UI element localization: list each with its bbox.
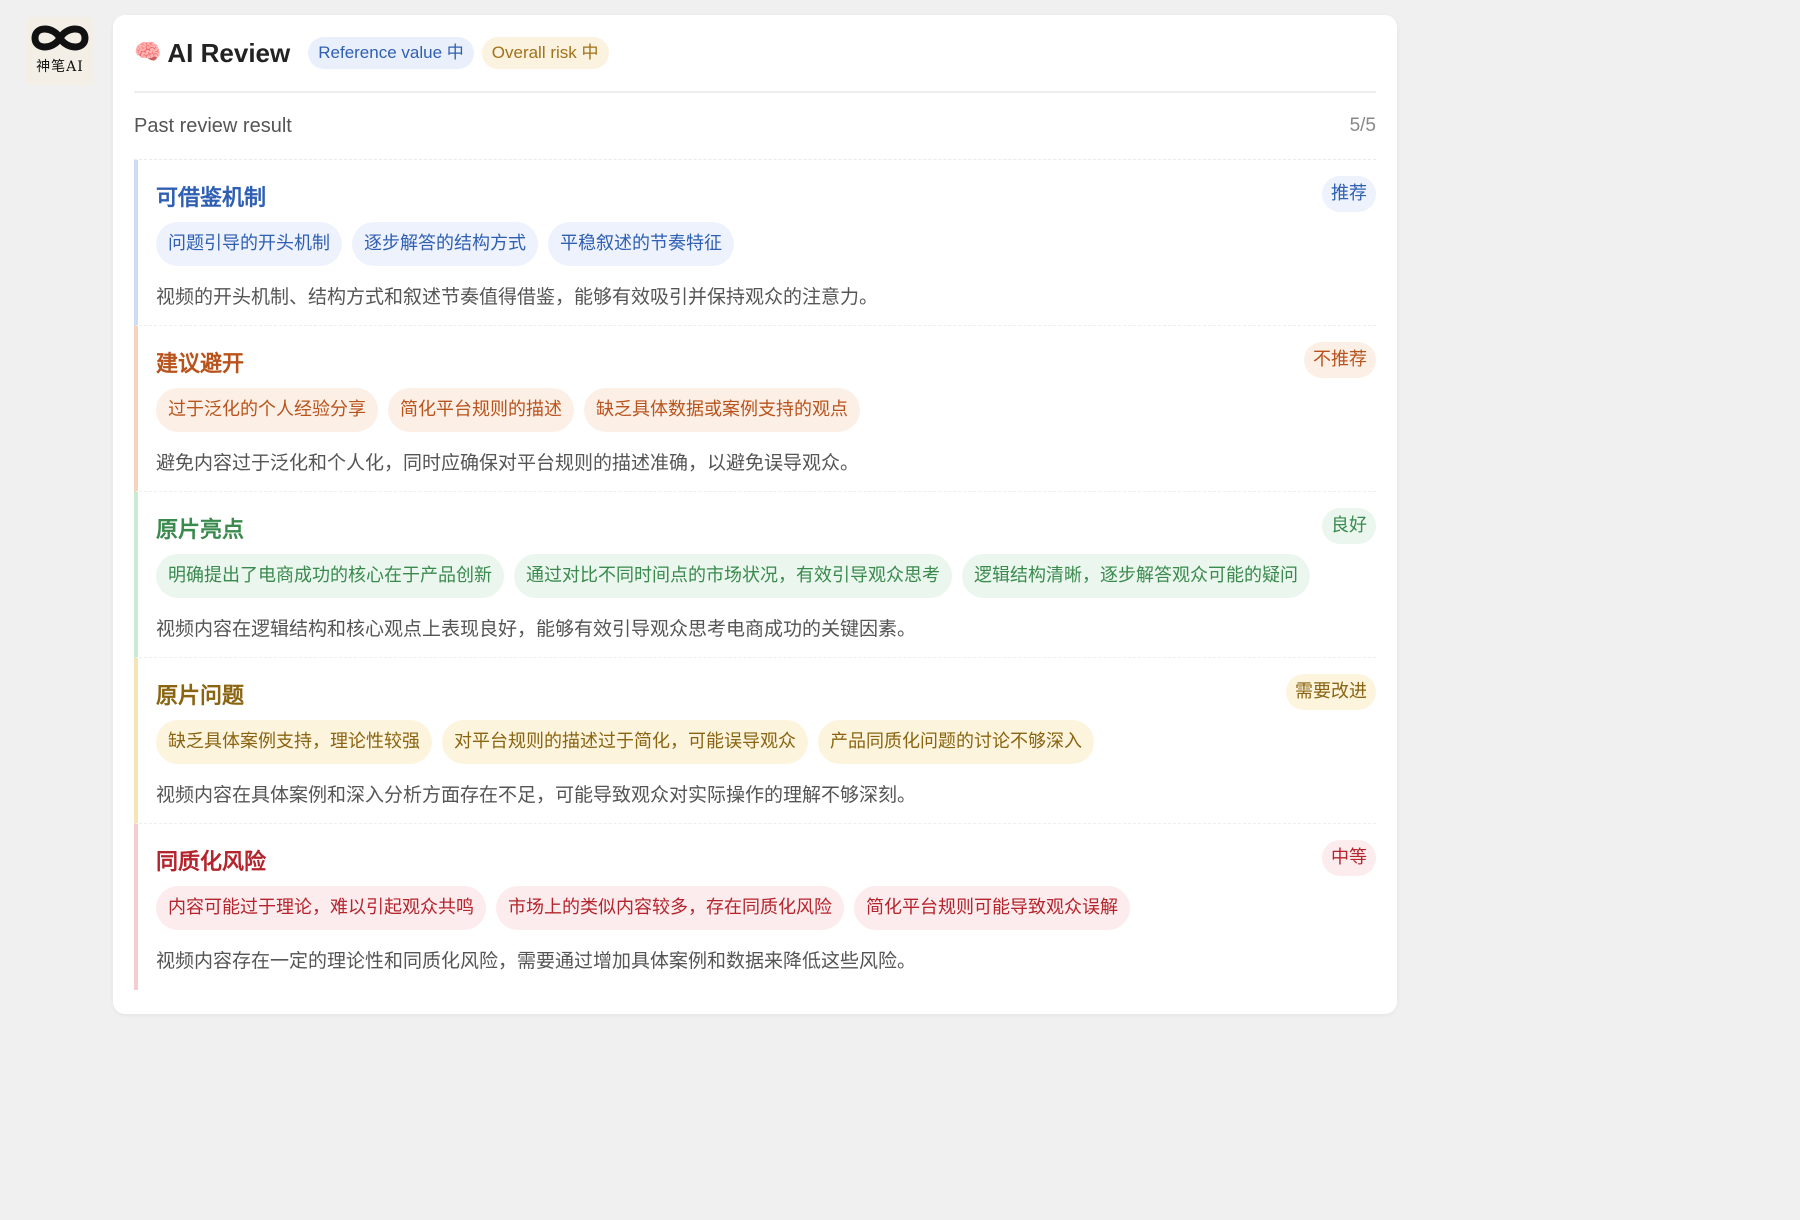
section-badge: 中等 <box>1322 840 1376 876</box>
tag: 简化平台规则可能导致观众误解 <box>854 886 1130 930</box>
section-borrowable-mechanism: 可借鉴机制 推荐 问题引导的开头机制 逐步解答的结构方式 平稳叙述的节奏特征 视… <box>134 160 1376 326</box>
app-logo[interactable]: 神笔AI <box>26 17 94 85</box>
page-title: AI Review <box>167 37 291 68</box>
past-review-header: Past review result 5/5 <box>134 93 1376 160</box>
section-original-highlights: 原片亮点 良好 明确提出了电商成功的核心在于产品创新 通过对比不同时间点的市场状… <box>134 492 1376 658</box>
review-count: 5/5 <box>1349 115 1376 136</box>
section-badge: 推荐 <box>1322 176 1376 212</box>
tag-list: 缺乏具体案例支持，理论性较强 对平台规则的描述过于简化，可能误导观众 产品同质化… <box>156 720 1104 764</box>
section-badge: 需要改进 <box>1286 674 1376 710</box>
section-title: 原片问题 <box>156 684 245 709</box>
infinity-logo-icon <box>31 25 89 51</box>
overall-risk-badge: Overall risk 中 <box>481 37 609 69</box>
tag: 缺乏具体案例支持，理论性较强 <box>156 720 432 764</box>
section-title: 原片亮点 <box>156 518 245 543</box>
tag: 市场上的类似内容较多，存在同质化风险 <box>496 886 844 930</box>
section-original-problems: 原片问题 需要改进 缺乏具体案例支持，理论性较强 对平台规则的描述过于简化，可能… <box>134 658 1376 824</box>
tag: 逻辑结构清晰，逐步解答观众可能的疑问 <box>962 554 1310 598</box>
tag: 过于泛化的个人经验分享 <box>156 388 378 432</box>
section-description: 视频的开头机制、结构方式和叙述节奏值得借鉴，能够有效吸引并保持观众的注意力。 <box>156 286 879 308</box>
reference-value-badge: Reference value 中 <box>308 37 474 69</box>
section-badge: 良好 <box>1322 508 1376 544</box>
ai-review-card: 🧠 AI Review Reference value 中 Overall ri… <box>113 15 1397 1014</box>
tag: 逐步解答的结构方式 <box>352 222 538 266</box>
section-title: 可借鉴机制 <box>156 186 267 211</box>
tag: 通过对比不同时间点的市场状况，有效引导观众思考 <box>514 554 952 598</box>
section-title: 建议避开 <box>156 352 245 377</box>
logo-text: 神笔AI <box>36 59 84 75</box>
tag: 内容可能过于理论，难以引起观众共鸣 <box>156 886 486 930</box>
tag: 明确提出了电商成功的核心在于产品创新 <box>156 554 504 598</box>
section-title: 同质化风险 <box>156 850 267 875</box>
section-description: 避免内容过于泛化和个人化，同时应确保对平台规则的描述准确，以避免误导观众。 <box>156 452 860 474</box>
section-description: 视频内容在逻辑结构和核心观点上表现良好，能够有效引导观众思考电商成功的关键因素。 <box>156 618 917 640</box>
section-homogenization-risk: 同质化风险 中等 内容可能过于理论，难以引起观众共鸣 市场上的类似内容较多，存在… <box>134 824 1376 990</box>
tag: 问题引导的开头机制 <box>156 222 342 266</box>
section-avoid-suggestions: 建议避开 不推荐 过于泛化的个人经验分享 简化平台规则的描述 缺乏具体数据或案例… <box>134 326 1376 492</box>
tag: 平稳叙述的节奏特征 <box>548 222 734 266</box>
section-description: 视频内容在具体案例和深入分析方面存在不足，可能导致观众对实际操作的理解不够深刻。 <box>156 784 917 806</box>
tag: 对平台规则的描述过于简化，可能误导观众 <box>442 720 808 764</box>
tag-list: 过于泛化的个人经验分享 简化平台规则的描述 缺乏具体数据或案例支持的观点 <box>156 388 870 432</box>
past-review-label: Past review result <box>134 114 292 137</box>
tag: 缺乏具体数据或案例支持的观点 <box>584 388 860 432</box>
tag-list: 明确提出了电商成功的核心在于产品创新 通过对比不同时间点的市场状况，有效引导观众… <box>156 554 1320 598</box>
tag: 简化平台规则的描述 <box>388 388 574 432</box>
section-description: 视频内容存在一定的理论性和同质化风险，需要通过增加具体案例和数据来降低这些风险。 <box>156 950 917 972</box>
tag-list: 问题引导的开头机制 逐步解答的结构方式 平稳叙述的节奏特征 <box>156 222 744 266</box>
tag-list: 内容可能过于理论，难以引起观众共鸣 市场上的类似内容较多，存在同质化风险 简化平… <box>156 886 1140 930</box>
brain-icon: 🧠 <box>134 40 162 65</box>
section-badge: 不推荐 <box>1304 342 1376 378</box>
card-header: 🧠 AI Review Reference value 中 Overall ri… <box>134 15 1376 93</box>
tag: 产品同质化问题的讨论不够深入 <box>818 720 1094 764</box>
